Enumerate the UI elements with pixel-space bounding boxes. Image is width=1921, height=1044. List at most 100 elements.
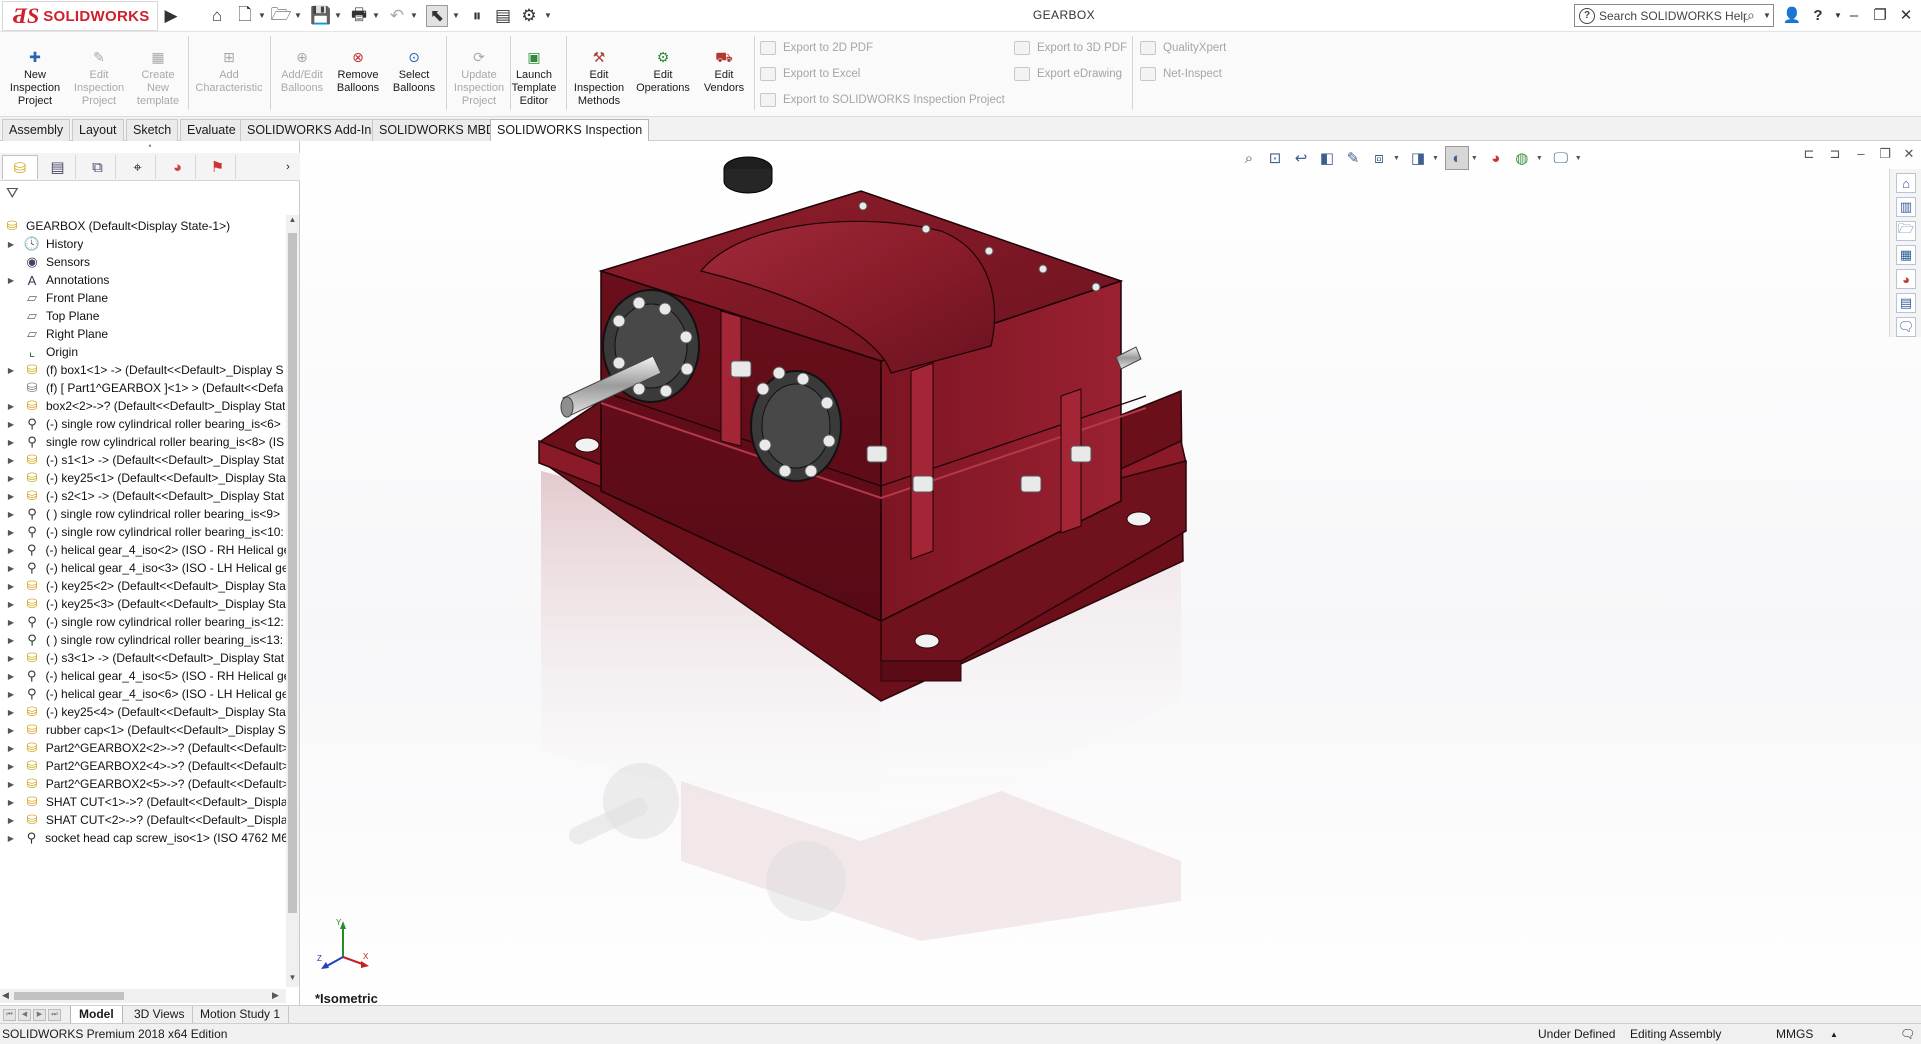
tab-motion-study[interactable]: Motion Study 1	[192, 1006, 290, 1024]
new-inspection-project-button[interactable]: ✚ New Inspection Project	[4, 48, 66, 114]
chevron-down-icon[interactable]: ▼	[1575, 155, 1582, 162]
expand-arrow-icon[interactable]: ▶	[6, 474, 16, 483]
expand-arrow-icon[interactable]: ▶	[6, 366, 16, 375]
expand-arrow-icon[interactable]: ▶	[6, 582, 16, 591]
expand-arrow-icon[interactable]: ▶	[6, 690, 16, 699]
edit-appearance-icon[interactable]: ◕	[1484, 146, 1508, 170]
apply-scene-icon[interactable]: ◍	[1510, 146, 1534, 170]
view-settings-icon[interactable]: 🖵	[1549, 146, 1573, 170]
expand-arrow-icon[interactable]: ▶	[6, 708, 16, 717]
export-excel-button[interactable]: Export to Excel	[760, 64, 860, 84]
dynamic-annotation-icon[interactable]: ✎	[1341, 146, 1365, 170]
expand-arrow-icon[interactable]: ▶	[6, 564, 16, 573]
export-2d-pdf-button[interactable]: Export to 2D PDF	[760, 38, 873, 58]
expand-arrow-icon[interactable]: ▶	[6, 654, 16, 663]
chevron-down-icon[interactable]: ▼	[1393, 155, 1400, 162]
net-inspect-button[interactable]: Net-Inspect	[1140, 64, 1222, 84]
close-icon[interactable]: ✕	[1894, 4, 1918, 28]
search-input[interactable]: ? Search SOLIDWORKS Help ⌕ ▼	[1574, 4, 1774, 27]
create-new-template-button[interactable]: ▦ Create New template	[130, 48, 186, 114]
viewport-minimize-icon[interactable]: –	[1849, 146, 1873, 166]
tab-evaluate[interactable]: Evaluate	[180, 119, 243, 141]
tab-mbd[interactable]: SOLIDWORKS MBD	[372, 119, 502, 141]
scroll-right-icon[interactable]: ▶	[272, 990, 279, 1001]
chevron-up-icon[interactable]: ▲	[1830, 1030, 1838, 1039]
expand-arrow-icon[interactable]: ▶	[6, 672, 16, 681]
solidworks-resources-icon[interactable]: ⌂	[1896, 173, 1916, 193]
view-palette-icon[interactable]: ▦	[1896, 245, 1916, 265]
tab-assembly[interactable]: Assembly	[2, 119, 71, 141]
edit-vendors-button[interactable]: ⛟ Edit Vendors	[696, 48, 752, 114]
tab-inspection[interactable]: SOLIDWORKS Inspection	[490, 119, 650, 141]
tree-item[interactable]: ▶ ⚲ socket head cap screw_iso<1> (ISO 4762…	[0, 827, 286, 849]
restore-icon[interactable]: ❐	[1868, 4, 1892, 28]
dimxpert-tab-icon[interactable]: ⌖	[120, 155, 156, 179]
scroll-up-icon[interactable]: ▲	[286, 215, 299, 229]
scroll-thumb[interactable]	[14, 992, 124, 1000]
expand-arrow-icon[interactable]: ▶	[6, 816, 16, 825]
appearances-icon[interactable]: ◕	[1896, 269, 1916, 289]
chevron-down-icon[interactable]: ▼	[1432, 155, 1439, 162]
user-icon[interactable]: 👤	[1780, 4, 1804, 28]
remove-balloons-button[interactable]: ⊗ Remove Balloons	[330, 48, 386, 114]
tree-vertical-scrollbar[interactable]: ▲ ▼	[286, 215, 299, 987]
custom-properties-icon[interactable]: ▤	[1896, 293, 1916, 313]
tab-model[interactable]: Model	[70, 1006, 123, 1024]
expand-arrow-icon[interactable]: ▶	[6, 546, 16, 555]
design-library-icon[interactable]: ▥	[1896, 197, 1916, 217]
viewport-split-right-icon[interactable]: ⊐	[1823, 146, 1847, 166]
expand-arrow-icon[interactable]: ▶	[6, 798, 16, 807]
expand-arrow-icon[interactable]: ▶	[6, 438, 16, 447]
update-inspection-project-button[interactable]: ⟳ Update Inspection Project	[450, 48, 508, 114]
file-explorer-icon[interactable]: 🗁	[1896, 221, 1916, 241]
tab-layout[interactable]: Layout	[72, 119, 124, 141]
expand-arrow-icon[interactable]: ▶	[6, 402, 16, 411]
feature-tree-tab-icon[interactable]: ⛁	[2, 155, 38, 179]
last-tab-icon[interactable]: ⏭	[48, 1009, 61, 1021]
inspection-tab-icon[interactable]: ⚑	[200, 155, 236, 179]
gearbox-model[interactable]	[301, 141, 1921, 1020]
viewport-close-icon[interactable]: ✕	[1897, 146, 1921, 166]
hide-show-items-icon[interactable]: ◐	[1444, 146, 1469, 170]
scroll-left-icon[interactable]: ◀	[2, 990, 9, 1001]
filter-icon[interactable]: ⛛	[6, 185, 30, 205]
launch-template-editor-button[interactable]: ▣ Launch Template Editor	[504, 48, 564, 114]
units-selector[interactable]: MMGS	[1776, 1027, 1813, 1041]
expand-arrow-icon[interactable]: ▶	[6, 600, 16, 609]
expand-arrow-icon[interactable]: ▶	[6, 240, 16, 249]
expand-arrow-icon[interactable]: ▶	[6, 420, 16, 429]
expand-arrow-icon[interactable]: ▶	[6, 456, 16, 465]
expand-arrow-icon[interactable]: ▶	[6, 510, 16, 519]
graphics-viewport[interactable]: ⌕ ⊡ ↩ ◧ ✎ ⧈ ▼ ◨ ▼ ◐ ▼ ◕ ◍ ▼ 🖵 ▼ ⊏ ⊐ – ❐ …	[301, 141, 1921, 1020]
section-view-icon[interactable]: ◧	[1315, 146, 1339, 170]
minimize-icon[interactable]: –	[1842, 4, 1866, 28]
zoom-to-fit-icon[interactable]: ⌕	[1237, 146, 1261, 170]
qualityxpert-button[interactable]: QualityXpert	[1140, 38, 1226, 58]
select-balloons-button[interactable]: ⊙ Select Balloons	[386, 48, 442, 114]
search-icon[interactable]: ⌕	[1747, 7, 1763, 24]
export-inspection-project-button[interactable]: Export to SOLIDWORKS Inspection Project	[760, 90, 1005, 110]
expand-arrow-icon[interactable]: ▶	[6, 618, 16, 627]
first-tab-icon[interactable]: ⏮	[3, 1009, 16, 1021]
chevron-right-icon[interactable]: ›	[278, 155, 298, 179]
property-manager-tab-icon[interactable]: ▤	[40, 155, 76, 179]
scroll-thumb[interactable]	[288, 233, 297, 913]
expand-arrow-icon[interactable]: ▶	[6, 492, 16, 501]
view-orientation-icon[interactable]: ⧈	[1367, 146, 1391, 170]
notification-icon[interactable]: 🗨	[1900, 1027, 1915, 1041]
previous-tab-icon[interactable]: ◀	[18, 1009, 31, 1021]
zoom-to-area-icon[interactable]: ⊡	[1263, 146, 1287, 170]
export-3d-pdf-button[interactable]: Export to 3D PDF	[1014, 38, 1127, 58]
chevron-down-icon[interactable]: ▼	[1536, 155, 1543, 162]
expand-arrow-icon[interactable]: ▶	[6, 780, 16, 789]
edit-inspection-project-button[interactable]: ✎ Edit Inspection Project	[68, 48, 130, 114]
tab-addins[interactable]: SOLIDWORKS Add-Ins	[240, 119, 385, 141]
expand-arrow-icon[interactable]: ▶	[6, 528, 16, 537]
expand-arrow-icon[interactable]: ▶	[6, 744, 16, 753]
display-manager-tab-icon[interactable]: ◕	[160, 155, 196, 179]
scroll-down-icon[interactable]: ▼	[286, 973, 299, 987]
expand-arrow-icon[interactable]: ▶	[6, 726, 16, 735]
next-tab-icon[interactable]: ▶	[33, 1009, 46, 1021]
previous-view-icon[interactable]: ↩	[1289, 146, 1313, 170]
forum-icon[interactable]: 🗨	[1896, 317, 1916, 337]
